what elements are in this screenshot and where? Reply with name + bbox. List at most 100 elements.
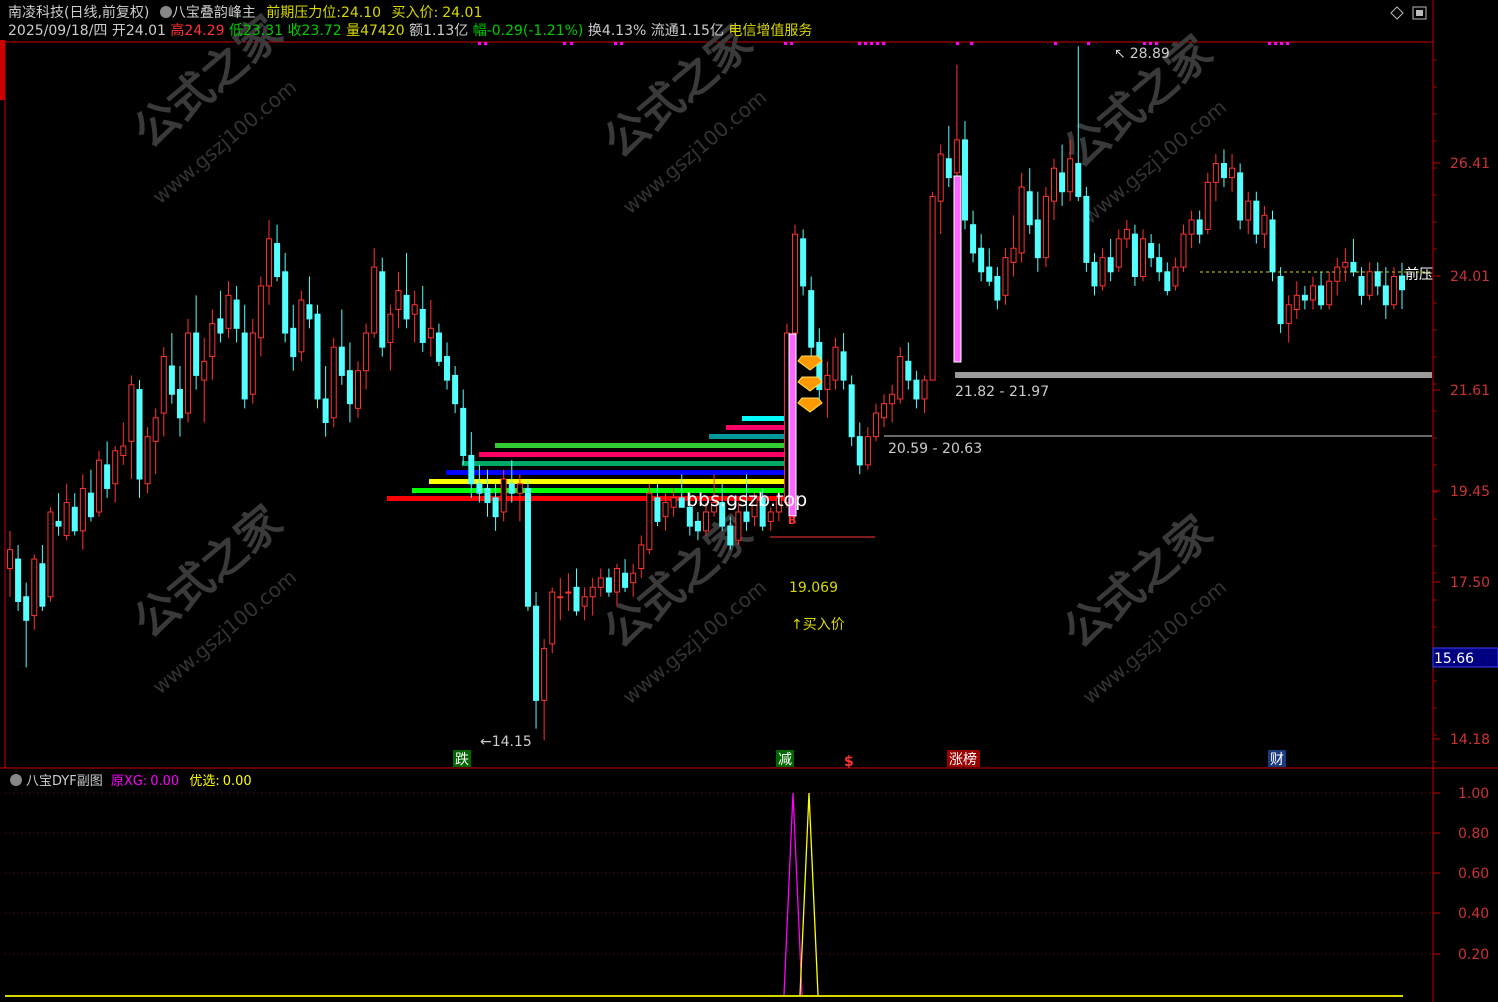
candle-body <box>128 384 135 442</box>
candle-body <box>702 511 710 532</box>
indicator-name[interactable]: 八宝叠韵峰主 <box>172 5 256 21</box>
candle-body <box>638 544 645 570</box>
change-label: 幅 <box>472 23 487 39</box>
candle-body <box>176 389 183 419</box>
candle-body <box>864 436 871 466</box>
candle-body <box>136 389 143 480</box>
candle-body <box>63 502 70 537</box>
candle-body <box>1358 276 1365 296</box>
candle-body <box>1326 280 1333 306</box>
signal-dot <box>882 42 885 45</box>
header-row-2: 2025/09/18/四 开24.01 高24.29 低23.31 收23.72… <box>8 22 812 40</box>
support-bar <box>446 470 790 475</box>
candle-body <box>1253 200 1260 235</box>
candle-body <box>1390 276 1397 306</box>
candle-body <box>55 520 62 527</box>
amount-value: 1.13亿 <box>423 23 469 39</box>
buy-label: 买入价: <box>391 5 439 21</box>
signal-dot <box>1143 42 1146 45</box>
candle-body <box>152 417 159 442</box>
signal-dot <box>864 42 867 45</box>
sub-menu-icon[interactable] <box>10 774 22 786</box>
candle-body <box>338 346 345 376</box>
candle-body <box>832 346 839 381</box>
candle-body <box>613 568 620 593</box>
candle-body <box>800 238 807 287</box>
candle-body <box>1172 266 1179 287</box>
signal-dot <box>478 42 481 45</box>
diamond-icon <box>797 397 823 413</box>
candle-body <box>201 360 208 381</box>
candle-body <box>233 299 240 329</box>
candle-body <box>249 332 256 395</box>
candle-body <box>937 153 944 202</box>
sector-label[interactable]: 电信增值服务 <box>728 23 812 39</box>
candle-body <box>225 294 232 329</box>
candle-body <box>1382 285 1389 306</box>
candle-body <box>282 271 289 334</box>
candle-body <box>1115 238 1122 268</box>
support-bar <box>479 452 790 457</box>
price-tick-label: 14.18 <box>1450 732 1490 748</box>
candle-body <box>1099 257 1106 287</box>
candle-body <box>468 454 475 485</box>
zone-upper-bar <box>955 372 1432 378</box>
indicator-menu-icon[interactable] <box>159 6 172 18</box>
signal-dot <box>1155 42 1158 45</box>
candle-body <box>1237 172 1244 221</box>
signal-dot <box>570 42 573 45</box>
candle-body <box>767 511 774 522</box>
candle-body <box>330 346 337 419</box>
candle-body <box>460 407 467 456</box>
candle-body <box>314 313 321 400</box>
candle-body <box>1107 257 1114 273</box>
candle-body <box>31 558 38 617</box>
low-mark-label: ←14.15 <box>480 734 532 750</box>
candle-body <box>476 483 483 494</box>
candle-body <box>168 365 175 395</box>
candle-body <box>1342 261 1349 268</box>
candle-body <box>986 266 993 282</box>
support-bar <box>726 425 790 430</box>
candle-body <box>1067 158 1074 193</box>
candle-body <box>1018 186 1025 254</box>
candle-body <box>630 572 637 584</box>
candle-body <box>290 327 297 358</box>
candle-body <box>419 308 426 343</box>
candle-body <box>921 379 928 400</box>
candle-body <box>1269 219 1276 273</box>
candle-body <box>1156 257 1163 273</box>
sub-tick-label: 0.80 <box>1458 826 1489 842</box>
candle-body <box>1042 195 1049 259</box>
candle-body <box>1318 285 1325 306</box>
sub-series-pick <box>799 792 819 996</box>
float-value: 1.15亿 <box>678 23 724 39</box>
signal-dot <box>563 42 566 45</box>
event-label-dollar: $ <box>844 754 854 770</box>
diamond-outline-icon[interactable] <box>1390 6 1404 20</box>
sub-panel-title[interactable]: 八宝DYF副图 <box>26 774 103 789</box>
candle-body <box>994 276 1001 301</box>
sub-series-xg <box>783 792 803 996</box>
candle-body <box>484 487 491 504</box>
signal-dot <box>614 42 617 45</box>
candle-body <box>1350 261 1357 273</box>
candle-body <box>500 478 507 513</box>
candle-body <box>1229 167 1236 179</box>
candle-body <box>929 195 936 381</box>
turnover-label: 换 <box>587 23 602 39</box>
candle-body <box>678 497 685 508</box>
candle-body <box>209 323 216 358</box>
signal-dot <box>1274 42 1277 45</box>
candle-body <box>144 436 151 485</box>
candle-body <box>120 445 127 456</box>
high-mark-label: ↖ 28.89 <box>1114 46 1170 62</box>
stock-name[interactable]: 南凌科技 <box>8 5 64 21</box>
sub-panel-header: 八宝DYF副图 原XG: 0.00 优选: 0.00 <box>10 770 252 789</box>
turnover-value: 4.13% <box>601 23 647 39</box>
period-label[interactable]: (日线,前复权) <box>64 5 149 21</box>
candle-body <box>79 487 86 532</box>
candle-body <box>160 356 167 414</box>
buy-price-value: 19.069 <box>789 580 838 596</box>
candle-body <box>1188 219 1195 235</box>
